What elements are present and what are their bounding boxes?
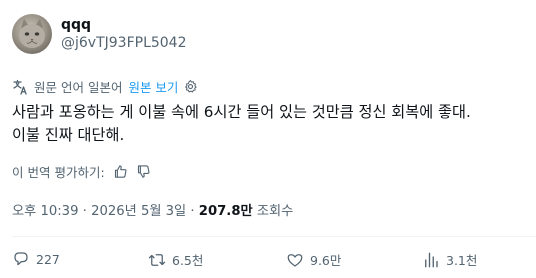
reply-button[interactable]: 227 xyxy=(12,250,60,268)
translation-source-label: 원문 언어 일본어 xyxy=(34,80,123,95)
heart-icon xyxy=(287,253,303,267)
gear-icon[interactable] xyxy=(183,79,198,94)
meta-separator: · xyxy=(82,204,92,219)
post-meta: 오후 10:39 · 2026년 5월 3일 · 207.8만 조회수 xyxy=(12,200,293,219)
translate-icon xyxy=(13,79,27,95)
avatar[interactable] xyxy=(12,14,52,54)
view-count: 3.1천 xyxy=(446,253,478,268)
translation-bar: 원문 언어 일본어 원본 보기 xyxy=(12,77,198,96)
meta-separator: · xyxy=(190,204,199,219)
repost-count: 6.5천 xyxy=(172,253,204,268)
divider xyxy=(12,236,536,237)
views-button[interactable]: 3.1천 xyxy=(422,250,477,269)
views-count: 207.8만 xyxy=(198,204,253,219)
views-label: 조회수 xyxy=(256,204,294,219)
user-handle[interactable]: @j6vTJ93FPL5042 xyxy=(61,34,187,52)
analytics-icon xyxy=(425,252,438,267)
repost-button[interactable]: 6.5천 xyxy=(148,250,203,269)
thumbs-up-icon[interactable] xyxy=(113,164,128,179)
display-name[interactable]: qqq xyxy=(61,16,187,34)
reply-icon xyxy=(14,252,28,266)
post-header: qqq @j6vTJ93FPL5042 xyxy=(12,14,187,54)
rate-translation-row: 이 번역 평가하기: xyxy=(12,162,151,181)
reply-count: 227 xyxy=(36,251,60,267)
author-names: qqq @j6vTJ93FPL5042 xyxy=(61,16,187,52)
post-text-line-1: 사람과 포옹하는 게 이불 속에 6시간 들어 있는 것만큼 정신 회복에 좋대… xyxy=(12,103,471,121)
cat-avatar-icon xyxy=(19,19,45,48)
like-button[interactable]: 9.6만 xyxy=(286,250,341,269)
action-bar: 227 6.5천 9.6만 3.1천 xyxy=(12,250,536,270)
post-text-line-2: 이불 진짜 대단해. xyxy=(12,126,125,144)
post-text: 사람과 포옹하는 게 이불 속에 6시간 들어 있는 것만큼 정신 회복에 좋대… xyxy=(12,101,527,147)
post-date[interactable]: 2026년 5월 3일 xyxy=(91,204,186,219)
repost-icon xyxy=(148,253,166,266)
show-original-link[interactable]: 원본 보기 xyxy=(128,77,178,96)
post-time[interactable]: 오후 10:39 xyxy=(12,204,78,219)
like-count: 9.6만 xyxy=(310,253,342,268)
post-detail: qqq @j6vTJ93FPL5042 원문 언어 일본어 원본 보기 사람과 … xyxy=(0,0,536,278)
rate-translation-label: 이 번역 평가하기: xyxy=(12,165,105,180)
thumbs-down-icon[interactable] xyxy=(136,164,151,179)
